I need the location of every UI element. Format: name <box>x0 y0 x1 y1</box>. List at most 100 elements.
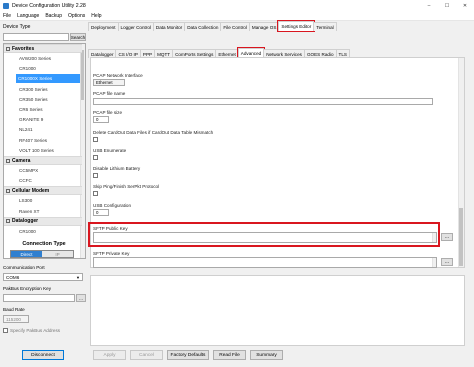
checkbox-icon <box>3 328 8 333</box>
encryption-key-label: PakBus Encryption Key <box>3 286 52 291</box>
tree-category[interactable]: Cellular Modem <box>4 186 82 196</box>
menu-bar: File Language Backup Options Help <box>0 11 474 21</box>
tree-item[interactable]: AVW200 Series <box>17 54 81 63</box>
tree-item[interactable]: GRANITE 9 <box>17 115 81 124</box>
tree-item[interactable]: CR1000 <box>17 227 81 236</box>
device-type-label: Device Type <box>3 24 31 30</box>
main-tabs: Deployment Logger Control Data Monitor D… <box>88 20 337 32</box>
collapse-icon[interactable] <box>6 219 10 224</box>
tab-logger-control[interactable]: Logger Control <box>117 22 154 31</box>
device-search-input[interactable] <box>3 33 69 41</box>
factory-defaults-button[interactable]: Factory Defaults <box>167 350 209 360</box>
skip-ping-checkbox[interactable] <box>93 191 98 196</box>
menu-options[interactable]: Options <box>65 13 88 19</box>
pcap-size-input[interactable]: 0 <box>93 116 109 123</box>
tab-data-collection[interactable]: Data Collection <box>184 22 222 31</box>
tab-file-control[interactable]: File Control <box>220 22 250 31</box>
output-area <box>90 275 465 346</box>
window-title: Device Configuration Utility 2.28 <box>12 2 86 9</box>
collapse-icon[interactable] <box>6 188 10 193</box>
encryption-key-browse-button[interactable]: ... <box>76 294 86 302</box>
chevron-down-icon: ▼ <box>76 275 80 280</box>
tree-item[interactable]: LS300 <box>17 196 81 205</box>
tree-category-label: Favorites <box>12 45 35 52</box>
disable-lithium-checkbox[interactable] <box>93 173 98 178</box>
delete-cardout-checkbox[interactable] <box>93 137 98 142</box>
connection-type-toggle: Direct IP <box>10 250 74 258</box>
collapse-icon[interactable] <box>6 46 10 51</box>
tree-item[interactable]: RF407 Series <box>17 136 81 145</box>
specify-pakbus-checkbox[interactable]: Specify PakBus Address <box>3 328 60 333</box>
search-button[interactable]: Search <box>70 33 86 41</box>
comm-port-select[interactable]: COM6 ▼ <box>3 273 83 281</box>
tree-item[interactable]: CR6 Series <box>17 105 81 114</box>
cancel-button[interactable]: Cancel <box>130 350 163 360</box>
tree-item[interactable]: Raven XT <box>17 207 81 216</box>
tab-data-monitor[interactable]: Data Monitor <box>152 22 186 31</box>
baud-rate-label: Baud Rate <box>3 307 25 312</box>
sftp-private-key-input[interactable] <box>93 257 437 268</box>
tree-item[interactable]: NL241 <box>17 125 81 134</box>
summary-button[interactable]: Summary <box>250 350 283 360</box>
maximize-button[interactable]: ☐ <box>438 0 456 11</box>
pcap-file-label: PCAP file name <box>93 91 126 96</box>
sftp-private-key-browse-button[interactable]: ... <box>441 258 453 266</box>
collapse-icon[interactable] <box>6 158 10 163</box>
minimize-button[interactable]: – <box>420 0 438 11</box>
tree-category-label: Datalogger <box>12 218 39 225</box>
app-icon <box>3 2 9 9</box>
tree-scroll-thumb[interactable] <box>81 50 84 100</box>
tree-category[interactable]: Favorites <box>4 44 82 53</box>
device-tree[interactable]: Favorites AVW200 Series CR1000 CR1000X Seri… <box>3 43 86 259</box>
usb-enumerate-label: USB Enumerate <box>93 148 127 153</box>
highlight-box <box>88 222 440 247</box>
close-button[interactable]: ✕ <box>456 0 474 11</box>
usb-config-label: USB Configuration <box>93 203 132 208</box>
tree-category[interactable]: Camera <box>4 156 82 165</box>
disable-lithium-label: Disable Lithium Battery <box>93 166 141 171</box>
sftp-private-scrollbar[interactable] <box>432 258 436 267</box>
sftp-public-key-browse-button[interactable]: ... <box>441 233 453 241</box>
tab-deployment[interactable]: Deployment <box>88 22 119 31</box>
device-panel: Device Type Search Favorites AVW200 Serie… <box>0 22 88 367</box>
encryption-key-input[interactable] <box>3 294 75 302</box>
tree-item[interactable]: VOLT 100 Series <box>17 146 81 155</box>
menu-help[interactable]: Help <box>88 13 104 19</box>
read-file-button[interactable]: Read File <box>213 350 246 360</box>
delete-cardout-label: Delete CardOut Data Files if CardOut Dat… <box>93 130 214 135</box>
pcap-interface-value: Ethernet <box>96 80 113 85</box>
apply-button[interactable]: Apply <box>93 350 126 360</box>
baud-rate-value: 115200 <box>6 316 21 322</box>
tree-item[interactable]: CR1000X Series <box>16 74 80 84</box>
tree-category-label: Cellular Modem <box>12 187 50 194</box>
tree-item[interactable]: CCFC <box>17 176 81 185</box>
tree-category-label: Camera <box>12 157 31 164</box>
menu-language[interactable]: Language <box>14 13 42 19</box>
tree-item[interactable]: CR350 Series <box>17 95 81 104</box>
settings-scroll-thumb[interactable] <box>459 208 463 266</box>
pcap-file-input[interactable] <box>93 98 433 105</box>
comm-port-label: Communication Port <box>3 265 45 270</box>
disconnect-button[interactable]: Disconnect <box>22 350 64 360</box>
usb-enumerate-checkbox[interactable] <box>93 155 98 160</box>
connection-type-title: Connection Type <box>22 241 66 247</box>
tab-settings-editor[interactable]: Settings Editor <box>277 20 315 32</box>
tab-manage-os[interactable]: Manage OS <box>248 22 280 31</box>
menu-backup[interactable]: Backup <box>42 13 65 19</box>
specify-pakbus-label: Specify PakBus Address <box>10 328 61 333</box>
tree-category[interactable]: Datalogger <box>4 216 82 226</box>
comm-port-value: COM6 <box>6 274 20 280</box>
title-bar: Device Configuration Utility 2.28 – ☐ ✕ <box>0 0 474 11</box>
tree-item[interactable]: CR1000 <box>17 64 81 73</box>
tree-item[interactable]: CR300 Series <box>17 85 81 94</box>
connection-direct-option[interactable]: Direct <box>11 251 42 257</box>
pcap-interface-label: PCAP Network Interface <box>93 73 143 78</box>
tree-item[interactable]: CC5MPX <box>17 166 81 175</box>
pcap-interface-select[interactable]: Ethernet <box>93 79 125 86</box>
connection-ip-option[interactable]: IP <box>42 251 73 257</box>
baud-rate-select[interactable]: 115200 <box>3 315 29 323</box>
settings-scrollbar[interactable] <box>458 58 464 267</box>
menu-file[interactable]: File <box>0 13 14 19</box>
usb-config-input[interactable]: 0 <box>93 209 109 216</box>
tab-terminal[interactable]: Terminal <box>313 22 337 31</box>
